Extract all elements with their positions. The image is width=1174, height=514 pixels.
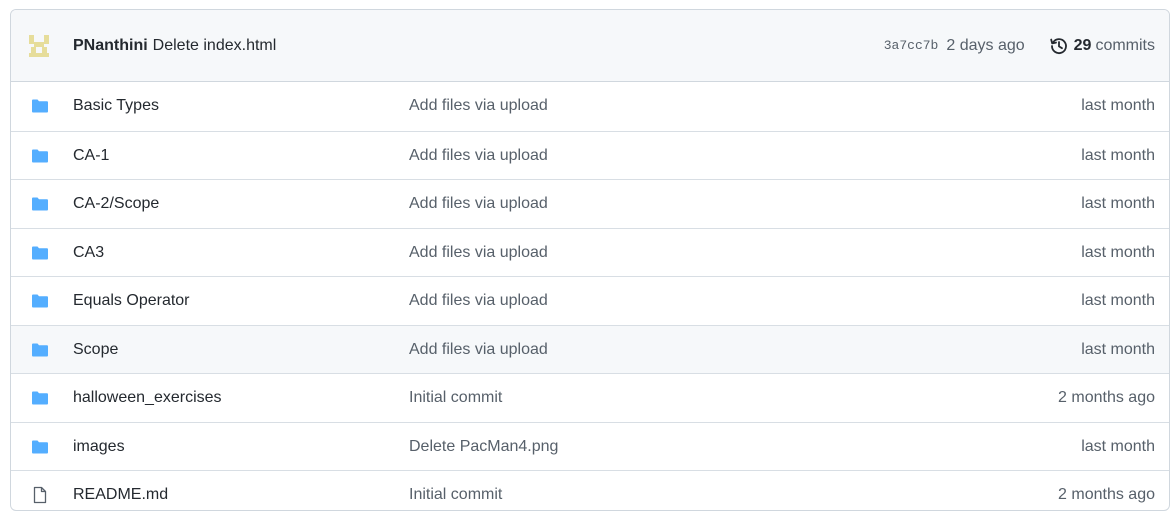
file-name-link[interactable]: Equals Operator (73, 291, 190, 311)
file-age: last month (1081, 195, 1155, 212)
file-name-link[interactable]: CA-1 (73, 146, 109, 166)
commit-author-link[interactable]: PNanthini (73, 37, 148, 54)
file-age: last month (1081, 146, 1155, 164)
repo-file-browser: PNanthini Delete index.html 3a7cc7b 2 day… (10, 9, 1170, 511)
commits-history-link[interactable]: 29 commits (1049, 36, 1155, 56)
commits-label: commits (1095, 37, 1155, 54)
file-row[interactable]: README.md Initial commit 2 months ago (11, 470, 1169, 510)
file-commit-message-link[interactable]: Add files via upload (409, 291, 548, 311)
file-icon (33, 486, 47, 504)
file-commit-message-link[interactable]: Add files via upload (409, 146, 548, 166)
latest-commit-info: PNanthini Delete index.html (73, 36, 276, 56)
file-name-link[interactable]: README.md (73, 485, 168, 505)
file-name-link[interactable]: images (73, 437, 125, 457)
file-name-link[interactable]: Scope (73, 340, 118, 360)
latest-commit-bar: PNanthini Delete index.html 3a7cc7b 2 day… (11, 10, 1169, 82)
file-age: last month (1081, 437, 1155, 455)
file-row[interactable]: Equals Operator Add files via upload las… (11, 276, 1169, 325)
file-age: last month (1081, 340, 1155, 358)
file-age: 2 months ago (1058, 486, 1155, 503)
folder-icon (32, 343, 48, 356)
file-name-link[interactable]: CA3 (73, 243, 104, 263)
file-age: 2 months ago (1058, 389, 1155, 406)
file-name-link[interactable]: CA-2/Scope (73, 194, 159, 214)
file-age: last month (1081, 97, 1155, 114)
file-commit-message-link[interactable]: Add files via upload (409, 243, 548, 263)
file-row[interactable]: CA-2/Scope Add files via upload last mon… (11, 179, 1169, 228)
file-age: last month (1081, 292, 1155, 309)
folder-icon (32, 99, 48, 113)
commits-count: 29 (1073, 37, 1092, 54)
file-age: last month (1081, 243, 1155, 261)
file-row[interactable]: Scope Add files via upload last month (11, 324, 1169, 373)
file-commit-message-link[interactable]: Initial commit (409, 388, 502, 408)
identicon-avatar-icon (29, 35, 49, 57)
folder-icon (32, 391, 48, 405)
file-list: Basic Types Add files via upload last mo… (11, 82, 1169, 510)
folder-icon (32, 440, 48, 453)
file-row[interactable]: CA-1 Add files via upload last month (11, 130, 1169, 180)
folder-icon (32, 246, 48, 259)
file-row[interactable]: images Delete PacMan4.png last month (11, 421, 1169, 471)
file-row[interactable]: Basic Types Add files via upload last mo… (11, 82, 1169, 131)
history-icon (1049, 38, 1067, 54)
file-commit-message-link[interactable]: Delete PacMan4.png (409, 437, 558, 457)
file-commit-message-link[interactable]: Add files via upload (409, 340, 548, 360)
folder-icon (32, 294, 48, 308)
file-commit-message-link[interactable]: Add files via upload (409, 194, 548, 214)
file-name-link[interactable]: halloween_exercises (73, 388, 222, 408)
commit-message-link[interactable]: Delete index.html (153, 37, 277, 54)
commit-meta: 3a7cc7b 2 days ago 29 commits (884, 36, 1155, 56)
file-row[interactable]: CA3 Add files via upload last month (11, 227, 1169, 277)
file-row[interactable]: halloween_exercises Initial commit 2 mon… (11, 373, 1169, 422)
file-name-link[interactable]: Basic Types (73, 96, 159, 116)
commit-sha-link[interactable]: 3a7cc7b (884, 36, 939, 56)
folder-icon (32, 149, 48, 162)
file-commit-message-link[interactable]: Add files via upload (409, 96, 548, 116)
commit-age: 2 days ago (946, 37, 1025, 54)
folder-icon (32, 197, 48, 211)
avatar[interactable] (26, 33, 52, 59)
file-commit-message-link[interactable]: Initial commit (409, 485, 502, 505)
